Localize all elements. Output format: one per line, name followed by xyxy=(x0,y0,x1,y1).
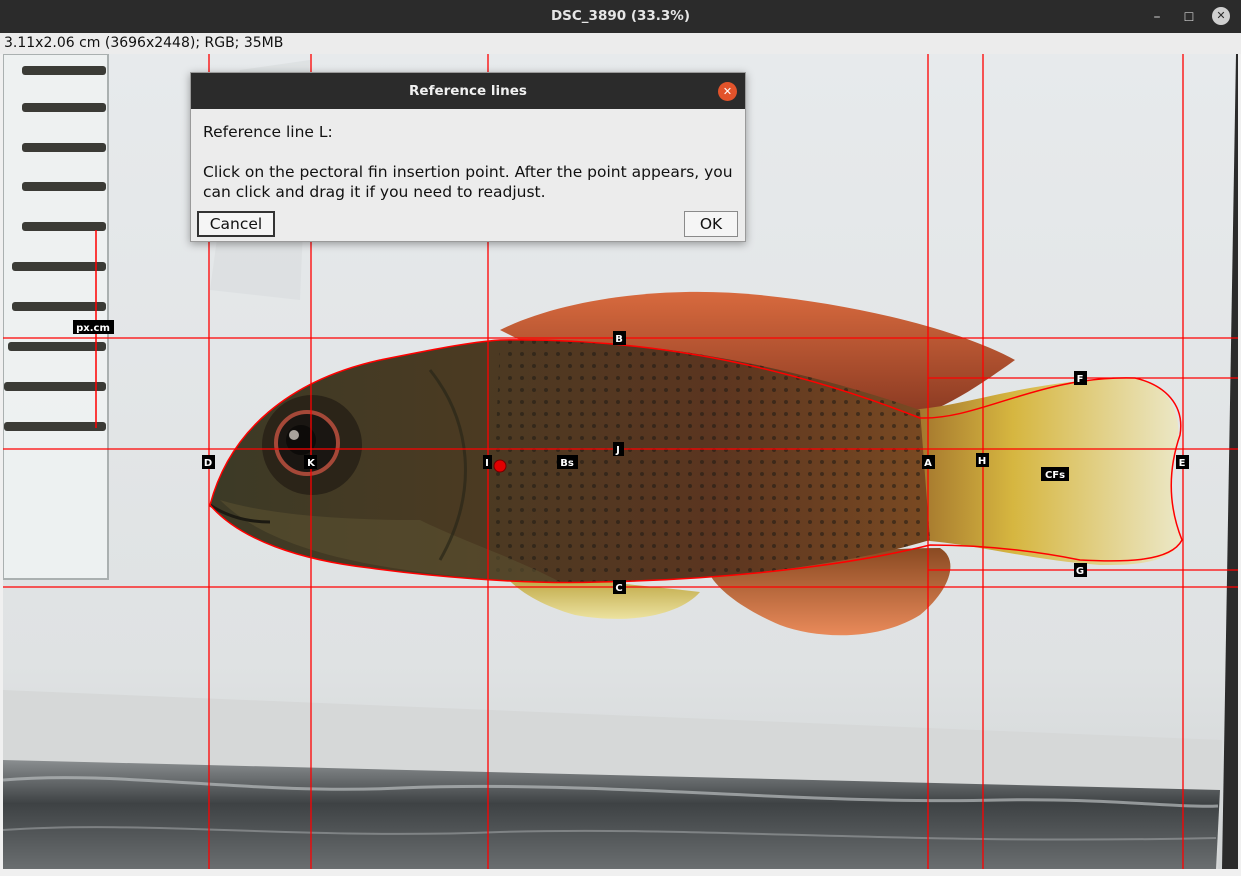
marker-b: B xyxy=(615,334,623,345)
reference-lines-dialog: Reference lines ✕ Reference line L: Clic… xyxy=(190,72,746,242)
cancel-button[interactable]: Cancel xyxy=(197,211,275,237)
dialog-close-icon[interactable]: ✕ xyxy=(718,82,737,101)
dialog-title: Reference lines xyxy=(409,83,527,99)
marker-i: I xyxy=(485,458,489,469)
image-info-bar: 3.11x2.06 cm (3696x2448); RGB; 35MB xyxy=(0,33,1241,54)
marker-bs: Bs xyxy=(560,458,574,469)
window-titlebar[interactable]: DSC_3890 (33.3%) – ☐ ✕ xyxy=(0,0,1241,33)
dialog-body: Reference line L: Click on the pectoral … xyxy=(191,109,745,202)
marker-e: E xyxy=(1179,458,1186,469)
marker-j: J xyxy=(615,445,620,456)
close-icon[interactable]: ✕ xyxy=(1212,7,1230,25)
dialog-heading: Reference line L: xyxy=(203,123,333,141)
maximize-icon[interactable]: ☐ xyxy=(1178,6,1200,28)
dialog-message: Click on the pectoral fin insertion poin… xyxy=(203,163,733,201)
pectoral-fin-point[interactable] xyxy=(493,459,507,473)
scale-label: px.cm xyxy=(76,323,110,334)
marker-c: C xyxy=(615,583,622,594)
image-window: DSC_3890 (33.3%) – ☐ ✕ 3.11x2.06 cm (369… xyxy=(0,0,1241,876)
dialog-titlebar[interactable]: Reference lines ✕ xyxy=(191,73,745,109)
ok-button[interactable]: OK xyxy=(684,211,738,237)
marker-f: F xyxy=(1077,374,1084,385)
marker-h: H xyxy=(978,456,986,467)
marker-k: K xyxy=(307,458,316,469)
marker-cfs: CFs xyxy=(1045,470,1065,481)
marker-a: A xyxy=(924,458,932,469)
window-title: DSC_3890 (33.3%) xyxy=(550,8,691,24)
marker-d: D xyxy=(204,458,212,469)
minimize-icon[interactable]: – xyxy=(1146,6,1168,28)
marker-g: G xyxy=(1076,566,1084,577)
